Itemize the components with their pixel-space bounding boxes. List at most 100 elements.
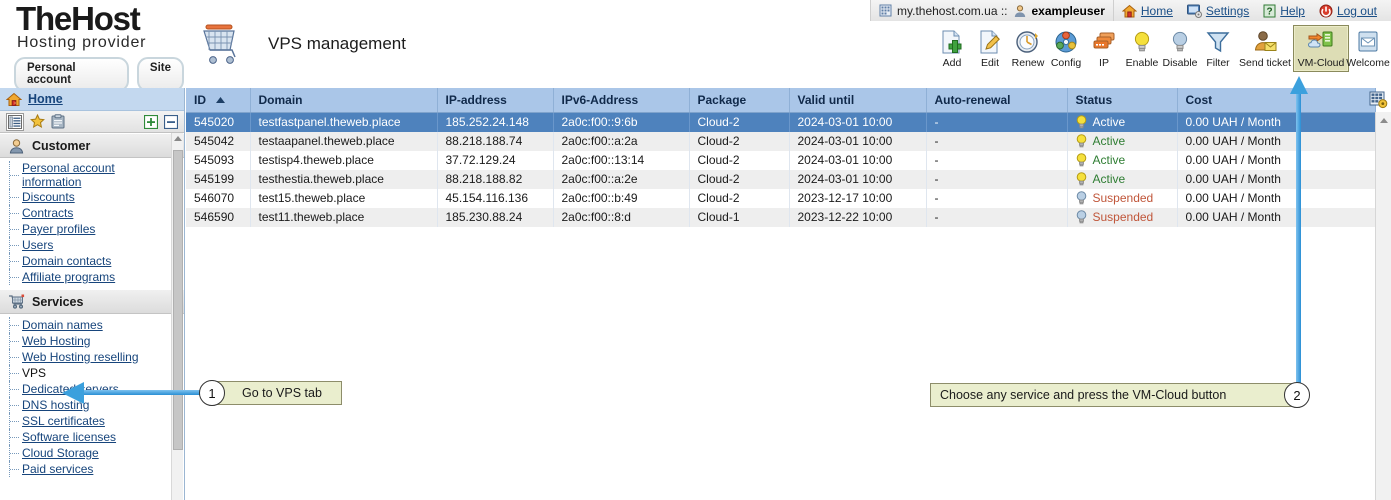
brand-logo[interactable]: TheHost Hosting provider Personal accoun… xyxy=(8,0,184,92)
table-head: ID Domain IP-address IPv6-Address Packag… xyxy=(186,88,1376,113)
sidebar-item-label[interactable]: Payer profiles xyxy=(22,222,95,236)
sidebar-section-customer[interactable]: Customer xyxy=(0,133,184,158)
toolbar-button-edit[interactable]: Edit xyxy=(971,25,1009,72)
column-header-valid-until[interactable]: Valid until xyxy=(789,88,927,113)
table-row[interactable]: 545042 testaapanel.theweb.place 88.218.1… xyxy=(186,131,1376,151)
column-header-id-label: ID xyxy=(194,93,206,108)
cell-status: Active xyxy=(1067,131,1178,151)
column-header-ipv6-address[interactable]: IPv6-Address xyxy=(553,88,690,113)
toolbar-button-disable[interactable]: Disable xyxy=(1161,25,1199,72)
table-row[interactable]: 545093 testisp4.theweb.place 37.72.129.2… xyxy=(186,150,1376,170)
sidebar-item-users[interactable]: Users xyxy=(0,237,184,253)
sidebar-item-contracts[interactable]: Contracts xyxy=(0,205,184,221)
toolbar-button-ip-label: IP xyxy=(1099,57,1109,69)
table-row[interactable]: 545020 testfastpanel.theweb.place 185.25… xyxy=(186,112,1376,132)
table-row[interactable]: 545199 testhestia.theweb.place 88.218.18… xyxy=(186,169,1376,189)
sidebar-item-label[interactable]: Domain names xyxy=(22,318,103,332)
toolbar-button-add[interactable]: Add xyxy=(933,25,971,72)
column-header-id[interactable]: ID xyxy=(186,88,251,113)
column-header-domain[interactable]: Domain xyxy=(250,88,438,113)
sidebar-item-label[interactable]: Personal account information xyxy=(22,161,172,189)
personal-account-button[interactable]: Personal account xyxy=(14,57,129,92)
sidebar-item-paid-services[interactable]: Paid services xyxy=(0,461,184,477)
sidebar-item-web-hosting[interactable]: Web Hosting xyxy=(0,333,184,349)
clipboard-icon[interactable] xyxy=(51,114,65,129)
column-header-auto-renewal[interactable]: Auto-renewal xyxy=(926,88,1068,113)
sidebar-item-label[interactable]: Software licenses xyxy=(22,430,116,444)
expand-all-icon[interactable] xyxy=(143,114,159,129)
favorites-star-icon[interactable] xyxy=(30,113,45,129)
sidebar-item-label[interactable]: Paid services xyxy=(22,462,93,476)
logout-icon xyxy=(1319,4,1333,18)
top-link-home-label[interactable]: Home xyxy=(1141,4,1173,18)
toolbar-button-vm-cloud[interactable]: VM-Cloud xyxy=(1293,25,1349,72)
sidebar-item-ssl-certificates[interactable]: SSL certificates xyxy=(0,413,184,429)
column-header-cost[interactable]: Cost xyxy=(1177,88,1376,113)
sidebar-item-payer-profiles[interactable]: Payer profiles xyxy=(0,221,184,237)
sidebar-item-affiliate-programs[interactable]: Affiliate programs xyxy=(0,269,184,285)
sidebar-item-domain-contacts[interactable]: Domain contacts xyxy=(0,253,184,269)
toolbar-button-renew[interactable]: Renew xyxy=(1009,25,1047,72)
column-header-package[interactable]: Package xyxy=(689,88,790,113)
table-row[interactable]: 546070 test15.theweb.place 45.154.116.13… xyxy=(186,188,1376,208)
toolbar-button-filter[interactable]: Filter xyxy=(1199,25,1237,72)
sidebar-item-label[interactable]: Contracts xyxy=(22,206,73,220)
toolbar-button-config[interactable]: Config xyxy=(1047,25,1085,72)
sidebar-scrollbar[interactable] xyxy=(171,133,183,500)
sidebar-item-label: VPS xyxy=(22,366,47,380)
sidebar-item-domain-names[interactable]: Domain names xyxy=(0,317,184,333)
sidebar-home-link[interactable]: Home xyxy=(28,92,63,106)
toolbar-button-welcome[interactable]: Welcome xyxy=(1346,25,1390,72)
sidebar-item-vps[interactable]: VPS xyxy=(0,365,184,381)
building-icon xyxy=(879,4,892,17)
tree-guide xyxy=(9,205,20,221)
top-link-settings-label[interactable]: Settings xyxy=(1206,4,1249,18)
table-settings-icon[interactable] xyxy=(1369,91,1388,109)
sidebar-item-label[interactable]: Affiliate programs xyxy=(22,270,115,284)
cell-ip: 88.218.188.82 xyxy=(437,169,554,189)
top-link-help[interactable]: ? Help xyxy=(1263,4,1305,18)
site-label: my.thehost.com.ua :: xyxy=(897,3,1008,18)
top-link-logout[interactable]: Log out xyxy=(1319,4,1377,18)
toolbar-button-enable[interactable]: Enable xyxy=(1123,25,1161,72)
sidebar-item-discounts[interactable]: Discounts xyxy=(0,189,184,205)
page-title: VPS management xyxy=(268,34,406,53)
sidebar-item-label[interactable]: Discounts xyxy=(22,190,75,204)
list-view-icon[interactable] xyxy=(6,112,24,131)
sidebar-item-label[interactable]: Web Hosting xyxy=(22,334,90,348)
site-button[interactable]: Site xyxy=(136,57,184,92)
toolbar-button-ip[interactable]: IP xyxy=(1085,25,1123,72)
sidebar-home-row[interactable]: Home xyxy=(0,88,184,111)
column-header-status[interactable]: Status xyxy=(1067,88,1178,113)
sidebar-item-cloud-storage[interactable]: Cloud Storage xyxy=(0,445,184,461)
cell-cost: 0.00 UAH / Month xyxy=(1177,207,1376,227)
toolbar-button-config-label: Config xyxy=(1050,57,1082,69)
scroll-up-arrow-icon[interactable] xyxy=(1380,118,1388,123)
cell-domain: testhestia.theweb.place xyxy=(250,169,438,189)
sidebar-item-dns-hosting[interactable]: DNS hosting xyxy=(0,397,184,413)
sidebar-item-personal-account-information[interactable]: Personal account information xyxy=(0,161,184,189)
toolbar-button-send-ticket-label: Send ticket xyxy=(1239,57,1291,69)
sidebar-item-software-licenses[interactable]: Software licenses xyxy=(0,429,184,445)
table-row[interactable]: 546590 test11.theweb.place 185.230.88.24… xyxy=(186,207,1376,227)
collapse-all-icon[interactable] xyxy=(163,114,179,129)
scroll-up-arrow-icon[interactable] xyxy=(174,136,182,141)
sidebar-item-label[interactable]: Users xyxy=(22,238,53,252)
top-link-logout-label[interactable]: Log out xyxy=(1337,4,1377,18)
sidebar-item-label[interactable]: Domain contacts xyxy=(22,254,111,268)
sidebar-item-label[interactable]: Cloud Storage xyxy=(22,446,99,460)
sidebar-item-label[interactable]: SSL certificates xyxy=(22,414,105,428)
help-icon: ? xyxy=(1263,4,1276,18)
top-link-home[interactable]: Home xyxy=(1121,4,1173,18)
column-header-ip-address[interactable]: IP-address xyxy=(437,88,554,113)
toolbar-button-send-ticket[interactable]: Send ticket xyxy=(1237,25,1293,72)
sidebar-scroll-thumb[interactable] xyxy=(173,150,183,450)
top-link-help-label[interactable]: Help xyxy=(1280,4,1305,18)
sidebar-item-label[interactable]: Web Hosting reselling xyxy=(22,350,139,364)
sidebar-section-services[interactable]: Services xyxy=(0,289,184,314)
sidebar-item-web-hosting-reselling[interactable]: Web Hosting reselling xyxy=(0,349,184,365)
top-link-settings[interactable]: Settings xyxy=(1186,4,1249,18)
cell-auto-renewal: - xyxy=(926,131,1068,151)
table-scrollbar[interactable] xyxy=(1375,112,1391,500)
table-header-row: ID Domain IP-address IPv6-Address Packag… xyxy=(186,88,1376,113)
